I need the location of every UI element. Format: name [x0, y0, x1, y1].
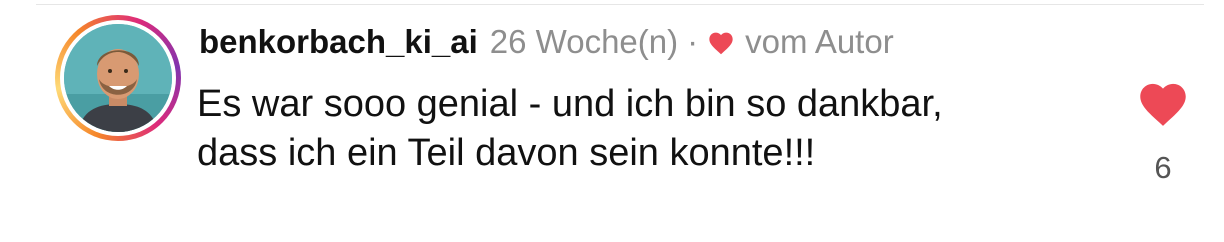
avatar-photo: [64, 24, 172, 132]
heart-filled-icon: [1140, 83, 1186, 126]
like-count[interactable]: 6: [1130, 150, 1196, 186]
timestamp[interactable]: 26 Woche(n): [490, 23, 678, 61]
like-button[interactable]: [1135, 78, 1191, 126]
liked-by-author-label: vom Autor: [745, 23, 894, 60]
username-link[interactable]: benkorbach_ki_ai: [199, 23, 478, 61]
comment-header: benkorbach_ki_ai 26 Woche(n) · vom Autor: [199, 20, 894, 64]
avatar[interactable]: [64, 24, 172, 132]
avatar-story-ring[interactable]: [55, 15, 181, 141]
heart-filled-icon: [707, 29, 735, 55]
separator-dot: ·: [687, 23, 699, 60]
divider: [36, 4, 1204, 5]
comment-text: Es war sooo genial - und ich bin so dank…: [197, 83, 943, 174]
